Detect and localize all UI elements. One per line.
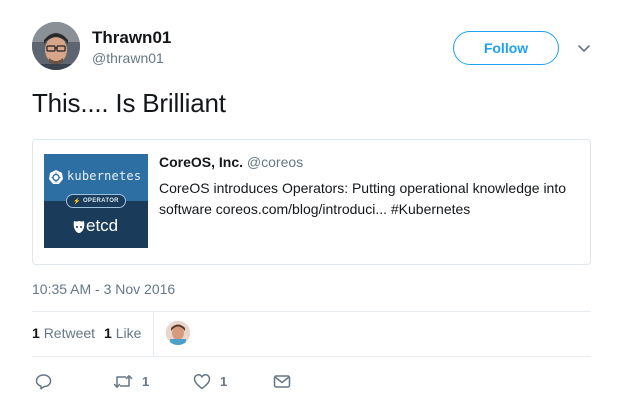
etcd-wordmark: etcd <box>86 216 119 235</box>
quoted-author: CoreOS, Inc. @coreos <box>159 154 303 170</box>
like-stat-label: Like <box>115 325 142 341</box>
heart-icon <box>193 373 211 389</box>
follow-button[interactable]: Follow <box>453 31 559 65</box>
quoted-tweet-card[interactable]: kubernetes ⚡ OPERATOR etcd CoreOS, Inc. … <box>32 139 591 265</box>
direct-message-action[interactable] <box>273 372 291 390</box>
bolt-icon: ⚡ <box>73 198 81 205</box>
retweet-icon <box>113 374 133 388</box>
retweet-stat-count: 1 <box>32 325 40 341</box>
like-stat-count: 1 <box>104 325 112 341</box>
avatar-image <box>32 22 80 70</box>
operator-badge: ⚡ OPERATOR <box>66 194 126 208</box>
stats-bottom-divider <box>32 356 591 357</box>
etcd-icon <box>73 221 85 233</box>
quoted-author-handle: @coreos <box>246 154 304 170</box>
author-name[interactable]: Thrawn01 <box>92 28 171 48</box>
card-thumbnail: kubernetes ⚡ OPERATOR etcd <box>44 154 148 248</box>
chevron-down-icon[interactable] <box>576 40 592 56</box>
quoted-tweet-text: CoreOS introduces Operators: Putting ope… <box>159 180 567 217</box>
retweet-stat[interactable]: 1 Retweet <box>32 325 95 341</box>
retweet-count: 1 <box>142 373 150 389</box>
reply-action[interactable] <box>35 372 61 390</box>
kubernetes-icon <box>49 170 63 184</box>
reply-icon <box>35 373 52 390</box>
like-stat[interactable]: 1 Like <box>104 325 141 341</box>
stats-top-divider <box>32 311 591 312</box>
like-count: 1 <box>220 373 228 389</box>
tweet-stats: 1 Retweet 1 Like <box>32 325 141 341</box>
liker-avatar-image <box>166 321 190 345</box>
author-handle[interactable]: @thrawn01 <box>92 50 164 66</box>
quoted-author-name: CoreOS, Inc. <box>159 154 244 170</box>
stats-vertical-divider <box>153 312 154 356</box>
retweet-stat-label: Retweet <box>43 325 96 341</box>
envelope-icon <box>273 374 291 388</box>
kubernetes-wordmark: kubernetes <box>67 169 142 183</box>
tweet-container: Thrawn01 @thrawn01 Follow This.... Is Br… <box>0 0 625 420</box>
retweet-action[interactable]: 1 <box>113 372 149 390</box>
tweet-text: This.... Is Brilliant <box>32 88 226 118</box>
liker-avatar[interactable] <box>166 321 190 345</box>
tweet-timestamp[interactable]: 10:35 AM - 3 Nov 2016 <box>32 281 175 297</box>
like-action[interactable]: 1 <box>193 372 227 390</box>
operator-label: OPERATOR <box>82 198 119 204</box>
author-avatar[interactable] <box>32 22 80 70</box>
